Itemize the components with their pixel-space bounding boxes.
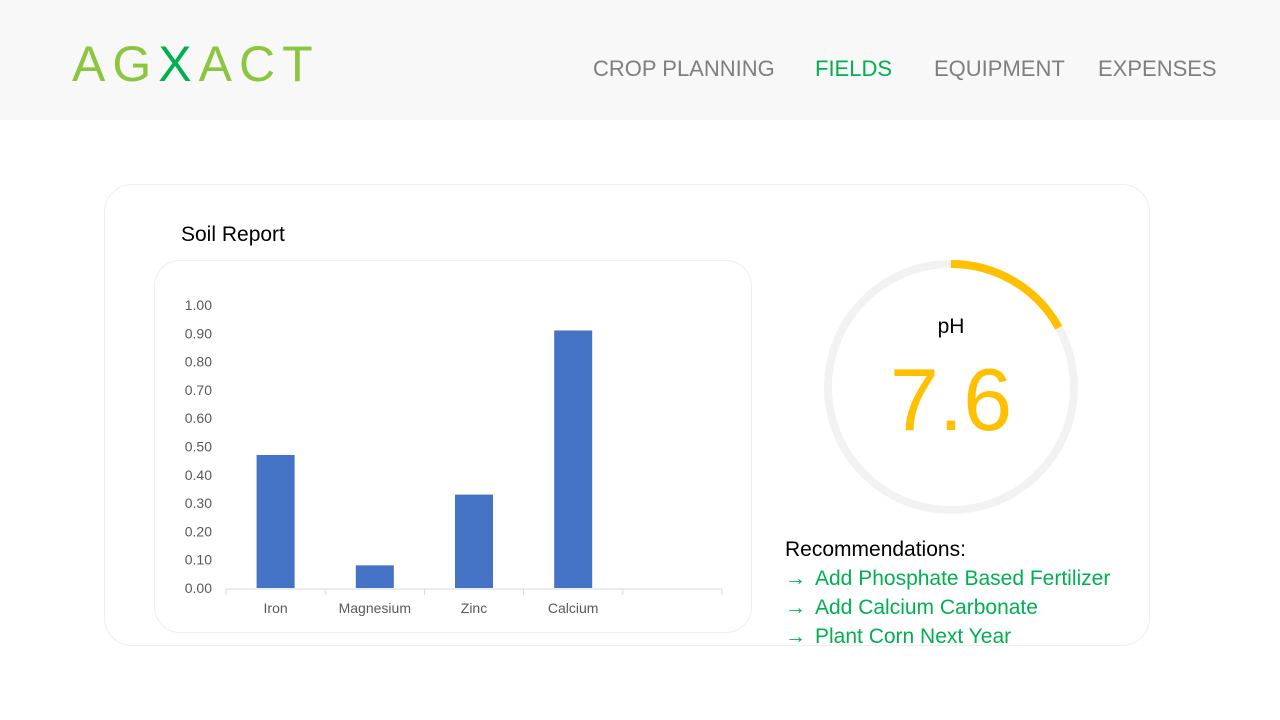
y-tick-label: 0.90 <box>185 325 212 341</box>
x-tick-label: Iron <box>264 600 288 616</box>
arrow-right-icon: → <box>785 596 806 619</box>
recommendation-text: Plant Corn Next Year <box>815 625 1012 648</box>
y-tick-label: 0.10 <box>185 552 212 568</box>
nav-equipment[interactable]: EQUIPMENT <box>934 56 1065 82</box>
y-tick-label: 0.20 <box>185 523 212 539</box>
bar-iron <box>256 454 295 588</box>
nav-crop-planning[interactable]: CROP PLANNING <box>593 56 775 82</box>
y-tick-label: 0.60 <box>185 410 212 426</box>
recommendation-text: Add Phosphate Based Fertilizer <box>815 567 1111 590</box>
bar-magnesium <box>355 565 394 588</box>
recommendation-item: → Plant Corn Next Year <box>785 624 1011 650</box>
recommendation-item: → Add Calcium Carbonate <box>785 595 1038 621</box>
y-tick-label: 0.40 <box>185 467 212 483</box>
arrow-right-icon: → <box>785 567 806 590</box>
main-nav: CROP PLANNING FIELDS EQUIPMENT EXPENSES <box>0 56 1280 84</box>
y-tick-label: 0.30 <box>185 495 212 511</box>
bar-calcium <box>554 330 593 588</box>
arrow-right-icon: → <box>785 625 806 648</box>
y-tick-label: 0.80 <box>185 354 212 370</box>
ph-value: 7.6 <box>889 350 1013 449</box>
nav-expenses[interactable]: EXPENSES <box>1098 56 1217 82</box>
recommendation-item: → Add Phosphate Based Fertilizer <box>785 566 1110 592</box>
soil-bar-chart: 0.00 0.10 0.20 0.30 0.40 0.50 0.60 0.70 0.80 0.90… <box>185 297 723 616</box>
y-tick-label: 1.00 <box>185 297 212 313</box>
ph-label: pH <box>937 315 965 338</box>
recommendation-text: Add Calcium Carbonate <box>815 596 1038 619</box>
bar-zinc <box>455 494 493 588</box>
x-tick-label: Zinc <box>461 600 487 616</box>
soil-report-title: Soil Report <box>181 223 285 246</box>
top-header: AGXACT CROP PLANNING FIELDS EQUIPMENT EX… <box>0 0 1280 120</box>
y-tick-label: 0.00 <box>185 580 212 596</box>
x-tick-label: Calcium <box>548 600 599 616</box>
recommendations-title: Recommendations: <box>785 538 966 561</box>
y-tick-label: 0.50 <box>185 439 212 455</box>
y-tick-label: 0.70 <box>185 382 212 398</box>
x-tick-label: Magnesium <box>339 600 411 616</box>
nav-fields[interactable]: FIELDS <box>815 56 892 82</box>
